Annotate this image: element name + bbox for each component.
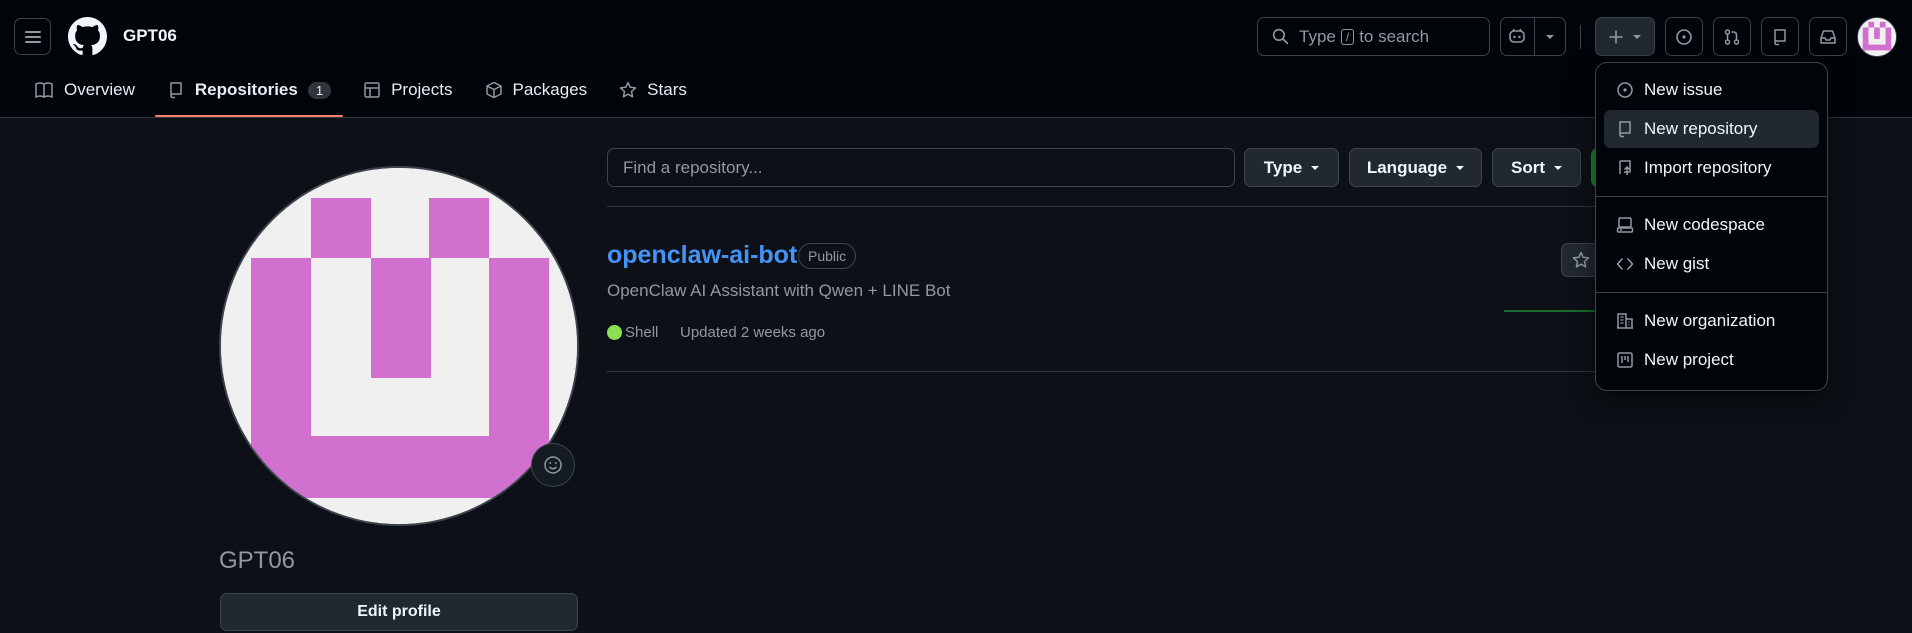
- inbox-button[interactable]: [1809, 17, 1847, 56]
- pull-request-icon: [1724, 28, 1740, 45]
- copilot-divider: [1534, 18, 1535, 55]
- organization-icon: [1617, 313, 1633, 329]
- create-new-button[interactable]: [1595, 17, 1655, 56]
- tab-label: Stars: [647, 80, 687, 99]
- menu-item-label: New organization: [1644, 311, 1776, 330]
- caret-down-icon: [1554, 165, 1562, 170]
- profile-avatar[interactable]: [219, 166, 579, 526]
- menu-item-label: New project: [1644, 350, 1734, 369]
- repo-description: OpenClaw AI Assistant with Qwen + LINE B…: [607, 281, 951, 300]
- hamburger-icon: [24, 30, 41, 43]
- language-filter-button[interactable]: Language: [1349, 148, 1482, 187]
- repo-count-badge: 1: [307, 81, 332, 99]
- copilot-button-group[interactable]: [1500, 17, 1566, 56]
- sort-filter-label: Sort: [1511, 157, 1545, 177]
- identicon-icon: [1858, 18, 1896, 56]
- menu-item-new-project[interactable]: New project: [1604, 341, 1819, 379]
- chevron-down-icon: [1633, 34, 1641, 39]
- repo-name-link[interactable]: openclaw-ai-bot: [607, 241, 797, 270]
- package-icon: [485, 81, 502, 99]
- tab-repositories[interactable]: Repositories 1: [154, 78, 344, 117]
- visibility-badge: Public: [798, 243, 857, 269]
- header-separator: [1580, 25, 1581, 49]
- identicon-icon: [221, 168, 577, 524]
- search-prefix: Type: [1299, 26, 1336, 46]
- menu-item-label: New gist: [1644, 254, 1710, 273]
- issues-button[interactable]: [1665, 17, 1703, 56]
- search-input[interactable]: Type / to search: [1257, 17, 1490, 56]
- edit-profile-button[interactable]: Edit profile: [220, 593, 578, 631]
- activity-sparkline: [1504, 310, 1600, 312]
- profile-username: GPT06: [219, 547, 296, 574]
- repo-push-icon: [1619, 160, 1631, 175]
- menu-item-label: New codespace: [1644, 215, 1765, 234]
- menu-item-new-organization[interactable]: New organization: [1604, 302, 1819, 340]
- tab-label: Overview: [64, 80, 135, 99]
- star-icon: [619, 81, 637, 98]
- language-filter-label: Language: [1366, 157, 1448, 177]
- list-divider: [607, 371, 1597, 372]
- repo-updated-time: Updated 2 weeks ago: [680, 324, 826, 341]
- issue-icon: [1617, 82, 1633, 98]
- caret-down-icon: [1456, 165, 1465, 170]
- project-icon: [1617, 352, 1633, 368]
- issue-icon: [1676, 28, 1692, 45]
- search-shortcut-key: /: [1340, 28, 1355, 45]
- code-icon: [1616, 258, 1634, 270]
- inbox-icon: [1820, 29, 1836, 44]
- plus-icon: [1609, 29, 1623, 44]
- smiley-icon: [544, 456, 562, 474]
- copilot-icon[interactable]: [1508, 28, 1526, 44]
- search-icon: [1272, 28, 1289, 45]
- menu-hamburger-button[interactable]: [14, 18, 51, 55]
- github-logo-icon[interactable]: [68, 17, 107, 56]
- star-icon: [1572, 251, 1590, 268]
- tab-label: Packages: [512, 80, 588, 99]
- menu-divider: [1596, 196, 1827, 197]
- menu-item-label: Import repository: [1644, 158, 1772, 177]
- chevron-down-icon[interactable]: [1545, 33, 1555, 41]
- repo-icon: [170, 82, 182, 99]
- repo-icon: [1619, 121, 1631, 138]
- search-suffix: to search: [1359, 26, 1430, 46]
- type-filter-button[interactable]: Type: [1244, 148, 1339, 187]
- set-status-button[interactable]: [531, 443, 575, 487]
- pull-requests-button[interactable]: [1713, 17, 1751, 56]
- repo-icon: [1774, 28, 1786, 45]
- header-username[interactable]: GPT06: [123, 26, 177, 46]
- menu-item-new-issue[interactable]: New issue: [1604, 71, 1819, 109]
- tab-stars[interactable]: Stars: [607, 78, 699, 102]
- caret-down-icon: [1311, 165, 1320, 170]
- menu-item-label: New repository: [1644, 119, 1758, 138]
- menu-item-new-codespace[interactable]: New codespace: [1604, 206, 1819, 244]
- language-color-dot: [607, 325, 622, 340]
- create-new-dropdown: New issue New repository Import reposito…: [1595, 62, 1828, 391]
- tab-packages[interactable]: Packages: [473, 78, 600, 102]
- type-filter-label: Type: [1263, 157, 1303, 177]
- tab-overview[interactable]: Overview: [22, 78, 147, 102]
- menu-item-import-repository[interactable]: Import repository: [1604, 149, 1819, 187]
- tab-label: Repositories: [194, 80, 298, 99]
- menu-item-new-repository[interactable]: New repository: [1604, 110, 1819, 148]
- menu-item-new-gist[interactable]: New gist: [1604, 245, 1819, 283]
- list-divider: [607, 206, 1597, 207]
- sort-filter-button[interactable]: Sort: [1492, 148, 1581, 187]
- menu-item-label: New issue: [1644, 80, 1723, 99]
- codespaces-icon: [1616, 217, 1634, 233]
- user-avatar[interactable]: [1857, 17, 1897, 57]
- tab-label: Projects: [391, 80, 453, 99]
- menu-divider: [1596, 292, 1827, 293]
- profile-tabs: Overview Repositories 1 Projects Package…: [22, 78, 707, 118]
- repositories-button[interactable]: [1761, 17, 1799, 56]
- table-icon: [364, 82, 380, 98]
- find-repository-input[interactable]: Find a repository...: [607, 148, 1235, 187]
- tab-projects[interactable]: Projects: [351, 78, 464, 102]
- book-icon: [35, 82, 53, 99]
- repo-language: Shell: [625, 324, 659, 341]
